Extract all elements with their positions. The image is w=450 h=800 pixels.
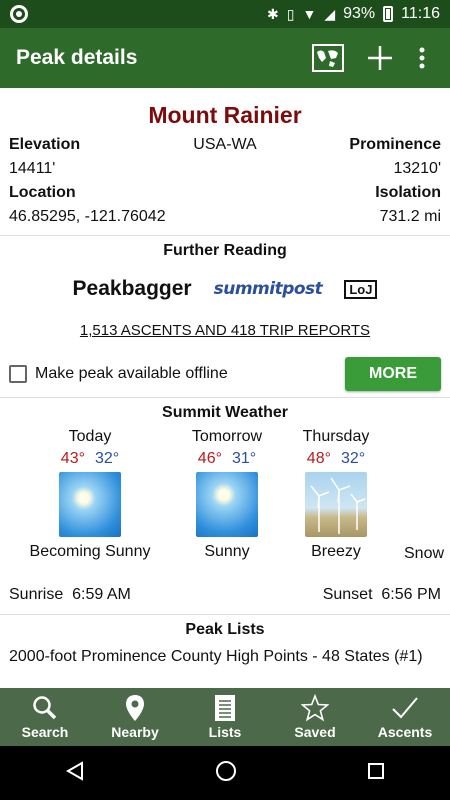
further-reading-title: Further Reading (163, 242, 287, 259)
temp-low: 32° (341, 450, 366, 467)
clock: 11:16 (401, 5, 440, 22)
divider (0, 397, 450, 398)
recents-icon[interactable] (367, 762, 385, 785)
wifi-icon: ▼ (302, 6, 317, 22)
back-icon[interactable] (65, 760, 85, 786)
weather-desc: Becoming Sunny (29, 543, 151, 560)
weather-desc: Snow (404, 545, 445, 562)
temp-high: 48° (306, 450, 331, 467)
sun-times: Sunrise 6:59 AM Sunset 6:56 PM (0, 586, 450, 608)
divider (0, 235, 450, 236)
summitpost-link[interactable]: summitpost (214, 279, 323, 299)
weather-forecast[interactable]: Today 43° 32° Becoming Sunny Tomorrow 46°… (0, 428, 450, 578)
battery-icon (383, 6, 394, 22)
weather-day-name: Thursday (302, 428, 370, 445)
page-title: Peak details (16, 46, 138, 69)
bottom-nav: Search Nearby Lists Saved Ascents (0, 688, 450, 746)
weather-day: Today 43° 32° Becoming Sunny (20, 428, 160, 561)
weather-day: Snow (404, 428, 450, 563)
nav-label: Lists (208, 724, 242, 740)
ascents-link[interactable]: 1,513 ASCENTS AND 418 TRIP REPORTS (0, 322, 450, 339)
peak-details-content[interactable]: Mount Rainier Elevation USA-WA Prominenc… (0, 88, 450, 688)
nav-label: Search (21, 724, 69, 740)
offline-checkbox[interactable] (9, 365, 27, 383)
offline-row: Make peak available offline MORE (0, 357, 450, 391)
nav-ascents[interactable]: Ascents (360, 688, 450, 746)
temp-high: 43° (60, 450, 85, 467)
windmill-icon (305, 472, 367, 537)
nav-nearby[interactable]: Nearby (90, 688, 180, 746)
prominence-value: 13210' (393, 160, 441, 177)
overflow-menu-icon[interactable] (410, 36, 434, 80)
vibrate-icon: ▯ (286, 5, 295, 22)
location-value: 46.85295, -121.76042 (9, 208, 166, 225)
notification-icon (10, 5, 28, 23)
isolation-label: Isolation (375, 184, 441, 201)
summit-weather-title: Summit Weather (162, 404, 288, 421)
system-nav-bar (0, 746, 450, 800)
nav-lists[interactable]: Lists (180, 688, 270, 746)
loj-link[interactable]: LoJ (344, 279, 378, 299)
sunset: Sunset 6:56 PM (322, 586, 441, 603)
list-icon (214, 694, 236, 722)
peakbagger-link[interactable]: Peakbagger (73, 277, 192, 301)
battery-text: 93% (343, 5, 376, 22)
sunny-icon (59, 472, 121, 537)
temp-high: 46° (197, 450, 222, 467)
peak-lists-title: Peak Lists (185, 621, 265, 638)
temp-low: 31° (232, 450, 257, 467)
nav-label: Ascents (377, 724, 433, 740)
nav-search[interactable]: Search (0, 688, 90, 746)
status-bar: ✱ ▯ ▼ ◢ 93% 11:16 (0, 0, 450, 28)
peak-info: Elevation USA-WA Prominence 14411' 13210… (0, 133, 450, 229)
map-icon[interactable] (306, 36, 350, 80)
nav-saved[interactable]: Saved (270, 688, 360, 746)
weather-desc: Breezy (311, 543, 361, 560)
signal-icon: ◢ (324, 5, 336, 22)
add-icon[interactable] (358, 36, 402, 80)
check-icon (391, 694, 419, 722)
app-bar: Peak details (0, 28, 450, 88)
location-pin-icon (124, 694, 146, 722)
weather-day-name: Today (68, 428, 112, 445)
search-icon (32, 694, 58, 722)
home-icon[interactable] (215, 760, 237, 787)
state-label: USA-WA (193, 136, 257, 153)
peak-name: Mount Rainier (148, 102, 302, 128)
more-button[interactable]: MORE (345, 357, 441, 391)
bluetooth-icon: ✱ (267, 5, 279, 22)
sunny-icon (196, 472, 258, 537)
star-icon (301, 694, 329, 722)
nav-label: Nearby (111, 724, 159, 740)
further-reading-links: Peakbagger summitpost LoJ (0, 274, 450, 304)
peak-list-item[interactable]: 2000-foot Prominence County High Points … (0, 647, 450, 667)
isolation-value: 731.2 mi (379, 208, 441, 225)
divider (0, 614, 450, 615)
sunrise: Sunrise 6:59 AM (9, 586, 131, 603)
temp-low: 32° (95, 450, 120, 467)
offline-label[interactable]: Make peak available offline (35, 365, 345, 383)
nav-label: Saved (294, 724, 336, 740)
weather-day: Thursday 48° 32° Breezy (266, 428, 406, 561)
location-label: Location (9, 184, 76, 201)
elevation-value: 14411' (9, 160, 56, 177)
